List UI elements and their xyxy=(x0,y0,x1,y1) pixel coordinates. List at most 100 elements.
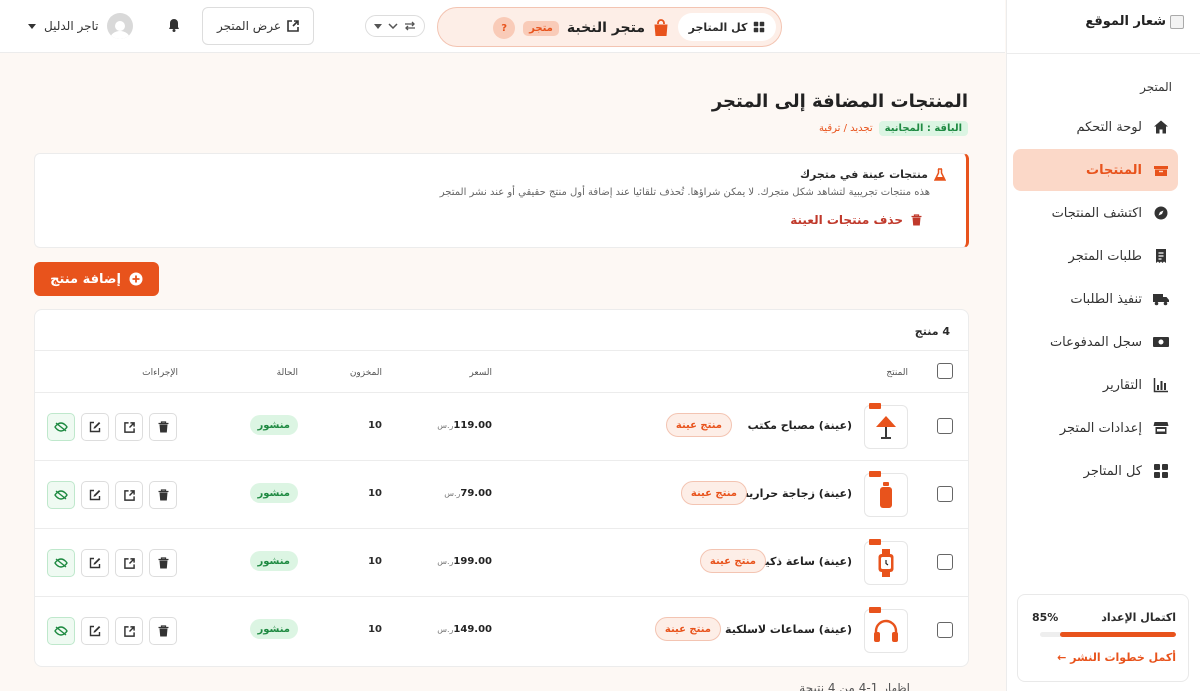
toggle-visibility-button[interactable] xyxy=(47,617,75,645)
sidebar-item-settings[interactable]: إعدادات المتجر xyxy=(1013,407,1178,449)
delete-button[interactable] xyxy=(149,413,177,441)
edit-button[interactable] xyxy=(81,617,109,645)
row-checkbox[interactable] xyxy=(937,554,953,570)
sidebar-item-all-stores[interactable]: كل المتاجر xyxy=(1013,450,1178,492)
row-checkbox[interactable] xyxy=(937,486,953,502)
status-badge: منشور xyxy=(249,483,298,503)
sidebar-item-dashboard[interactable]: لوحة التحكم xyxy=(1013,106,1178,148)
shopping-bag-icon xyxy=(653,19,669,37)
row-checkbox[interactable] xyxy=(937,622,953,638)
bottle-icon xyxy=(878,481,894,509)
page-title: المنتجات المضافة إلى المتجر xyxy=(711,91,968,112)
all-stores-button[interactable]: كل المتاجر xyxy=(678,13,776,41)
open-product-button[interactable] xyxy=(115,549,143,577)
status-badge: منشور xyxy=(249,551,298,571)
alert-title: منتجات عينة في متجرك xyxy=(800,168,946,181)
chart-icon xyxy=(1152,376,1170,394)
delete-button[interactable] xyxy=(149,549,177,577)
sidebar-item-fulfillment[interactable]: تنفيذ الطلبات xyxy=(1013,278,1178,320)
product-price: 149.00ر.س xyxy=(433,624,492,635)
sidebar-section-title: المتجر xyxy=(1140,80,1172,94)
delete-sample-products-button[interactable]: حذف منتجات العينة xyxy=(790,213,922,227)
product-stock: 10 xyxy=(368,420,382,431)
product-thumbnail[interactable] xyxy=(864,471,908,517)
sidebar-item-discover[interactable]: اكتشف المنتجات xyxy=(1013,192,1178,234)
product-name[interactable]: (عينة) سماعات لاسلكية xyxy=(725,623,852,636)
sidebar-item-label: تنفيذ الطلبات xyxy=(1070,291,1142,307)
delete-sample-label: حذف منتجات العينة xyxy=(790,213,903,227)
plan-info: الباقة : المجانية تجديد / ترقية xyxy=(819,121,968,136)
divider xyxy=(1006,53,1200,54)
setup-progress-card: اكتمال الإعداد 85% أكمل خطوات النشر ← xyxy=(1017,594,1189,682)
plan-renew-upgrade-link[interactable]: تجديد / ترقية xyxy=(819,123,873,134)
compass-icon xyxy=(1152,204,1170,222)
trash-icon xyxy=(158,489,168,501)
product-stock: 10 xyxy=(368,488,382,499)
sidebar-item-orders[interactable]: طلبات المتجر xyxy=(1013,235,1178,277)
chevron-down-icon xyxy=(388,23,398,29)
sample-product-badge: منتج عينة xyxy=(699,549,766,573)
price-value: 199.00 xyxy=(453,556,492,567)
product-name[interactable]: (عينة) زجاجة حرارية xyxy=(742,487,852,500)
delete-button[interactable] xyxy=(149,481,177,509)
product-thumbnail[interactable] xyxy=(864,607,908,653)
sidebar-item-label: اكتشف المنتجات xyxy=(1051,205,1142,221)
trash-icon xyxy=(158,625,168,637)
view-store-button[interactable]: عرض المتجر xyxy=(202,7,314,45)
eye-off-icon xyxy=(54,558,68,568)
table-header: المنتج السعر المخزون الحالة الإجراءات xyxy=(35,350,968,393)
current-store[interactable]: متجر النخبة متجر ? xyxy=(493,14,669,42)
notifications-bell-icon[interactable] xyxy=(168,18,180,32)
alert-title-text: منتجات عينة في متجرك xyxy=(799,168,928,181)
add-product-button[interactable]: إضافة منتج xyxy=(34,262,159,296)
grid-icon xyxy=(1152,462,1170,480)
toggle-visibility-button[interactable] xyxy=(47,481,75,509)
edit-icon xyxy=(89,625,101,637)
select-all-checkbox[interactable] xyxy=(937,363,953,379)
grid-icon xyxy=(753,21,765,33)
product-thumbnail[interactable] xyxy=(864,403,908,449)
store-switcher-dropdown[interactable] xyxy=(365,15,425,37)
help-button[interactable]: ? xyxy=(493,17,516,39)
toggle-visibility-button[interactable] xyxy=(47,413,75,441)
edit-button[interactable] xyxy=(81,481,109,509)
product-thumbnail[interactable] xyxy=(864,539,908,585)
edit-button[interactable] xyxy=(81,413,109,441)
store-icon xyxy=(1152,419,1170,437)
delete-button[interactable] xyxy=(149,617,177,645)
sidebar-item-products[interactable]: المنتجات xyxy=(1013,149,1178,191)
product-name[interactable]: (عينة) مصباح مكتب xyxy=(748,419,852,432)
sidebar-item-label: كل المتاجر xyxy=(1083,463,1142,479)
sample-tag-icon xyxy=(869,471,881,477)
row-actions xyxy=(47,413,177,441)
complete-setup-link[interactable]: أكمل خطوات النشر ← xyxy=(1057,651,1176,664)
view-store-label: عرض المتجر xyxy=(216,19,282,33)
toggle-visibility-button[interactable] xyxy=(47,549,75,577)
price-value: 79.00 xyxy=(460,488,492,499)
sidebar-item-payments[interactable]: سجل المدفوعات xyxy=(1013,321,1178,363)
external-link-icon xyxy=(123,421,135,433)
setup-progress-title: اكتمال الإعداد xyxy=(1101,611,1176,624)
currency: ر.س xyxy=(437,557,454,566)
site-logo[interactable]: شعار الموقع xyxy=(1085,14,1184,29)
column-header-stock: المخزون xyxy=(349,368,382,378)
sample-product-badge: منتج عينة xyxy=(680,481,747,505)
add-product-label: إضافة منتج xyxy=(50,271,121,287)
external-link-icon xyxy=(123,625,135,637)
store-type-badge: متجر xyxy=(523,20,559,36)
currency: ر.س xyxy=(444,489,461,498)
edit-button[interactable] xyxy=(81,549,109,577)
product-name[interactable]: (عينة) ساعة ذكية xyxy=(759,555,852,568)
sidebar-item-reports[interactable]: التقارير xyxy=(1013,364,1178,406)
open-product-button[interactable] xyxy=(115,413,143,441)
row-checkbox[interactable] xyxy=(937,418,953,434)
edit-icon xyxy=(89,421,101,433)
open-product-button[interactable] xyxy=(115,481,143,509)
open-product-button[interactable] xyxy=(115,617,143,645)
user-menu[interactable]: تاجر الدليل xyxy=(28,13,133,39)
row-actions xyxy=(47,549,177,577)
watch-icon xyxy=(877,548,895,578)
sample-tag-icon xyxy=(869,403,881,409)
sample-product-badge: منتج عينة xyxy=(654,617,721,641)
row-actions xyxy=(47,481,177,509)
